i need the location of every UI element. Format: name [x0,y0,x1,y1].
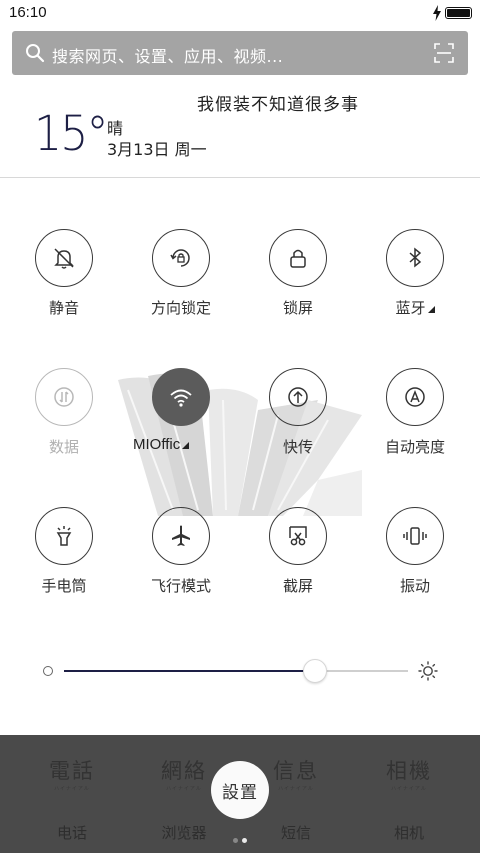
brightness-fill [64,670,316,672]
toggle-flashlight[interactable]: 手电筒 [14,507,114,617]
airplane-icon [172,525,190,546]
toggle-wifi[interactable]: MIOffic [131,368,231,478]
wifi-label: MIOffic [133,436,190,453]
wifi-label-text: MIOffic [133,436,181,453]
toggle-lock-screen[interactable]: 锁屏 [248,229,348,339]
dock-app-phone[interactable]: 電話 ハイナイアル 电话 [22,755,122,845]
motto-text: 我假装不知道很多事 [197,95,359,115]
flashlight-button[interactable] [35,507,93,565]
brightness-slider[interactable] [64,659,408,683]
brightness-thumb[interactable] [303,659,328,683]
lock-icon [290,249,306,268]
weather-date: 3月13日 周一 [107,140,207,159]
rotation-lock-icon [170,249,190,267]
dock-label-browser: 浏览器 [161,824,207,842]
page-indicator [233,828,251,847]
charging-icon [433,5,441,21]
search-input[interactable]: 搜索网页、设置、应用、视频... [52,43,283,67]
quick-transfer-button[interactable] [269,368,327,426]
sun-icon [418,661,438,681]
toggle-quick-transfer[interactable]: 快传 [248,368,348,478]
page-dot [233,838,238,843]
toggle-screenshot[interactable]: 截屏 [248,507,348,617]
phone-icon: 電話 [49,759,95,783]
data-button[interactable] [35,368,93,426]
settings-button[interactable]: 設置 [211,761,269,819]
auto-brightness-label: 自动亮度 [384,438,445,456]
vibrate-label: 振动 [399,577,430,595]
toggle-rotation-lock[interactable]: 方向锁定 [131,229,231,339]
toggle-vibrate[interactable]: 振动 [365,507,465,617]
search-bar[interactable]: 搜索网页、设置、应用、视频... [12,31,468,75]
toggle-data[interactable]: 数据 [14,368,114,478]
screenshot-label: 截屏 [282,577,313,595]
bluetooth-icon [409,247,422,268]
temperature: 15° [34,106,109,162]
dock-label-camera: 相机 [393,824,424,842]
vibrate-icon [403,527,427,545]
weather-card[interactable]: 我假装不知道很多事 15° 晴 3月13日 周一 [0,80,480,178]
auto-brightness-button[interactable] [386,368,444,426]
rotation-lock-label: 方向锁定 [150,299,211,317]
dock-kana: ハイナイアル [391,786,427,792]
dock-kana: ハイナイアル [54,786,90,792]
dock-app-camera[interactable]: 相機 ハイナイアル 相机 [359,755,459,845]
lock-screen-button[interactable] [269,229,327,287]
toggle-auto-brightness[interactable]: 自动亮度 [365,368,465,478]
expand-triangle-icon [427,306,435,313]
toggle-mute[interactable]: 静音 [14,229,114,339]
toggle-airplane[interactable]: 飞行模式 [131,507,231,617]
airplane-button[interactable] [152,507,210,565]
rotation-lock-button[interactable] [152,229,210,287]
bluetooth-button[interactable] [386,229,444,287]
search-icon [26,44,45,63]
toggle-bluetooth[interactable]: 蓝牙 [365,229,465,339]
status-bar: 16:10 [0,0,480,26]
vibrate-button[interactable] [386,507,444,565]
screenshot-button[interactable] [269,507,327,565]
flashlight-icon [56,526,72,546]
wifi-button[interactable] [152,368,210,426]
flashlight-label: 手电筒 [41,577,87,595]
quick-transfer-label: 快传 [282,438,313,456]
dock-label-phone: 电话 [56,824,87,842]
battery-icon [445,7,472,19]
camera-icon: 相機 [386,759,432,783]
expand-triangle-icon [182,442,190,449]
scissors-icon [289,526,307,546]
auto-brightness-icon [405,387,425,407]
mute-label: 静音 [48,299,79,317]
page-dot-active [242,838,247,843]
status-time: 16:10 [9,4,47,21]
bluetooth-label-text: 蓝牙 [395,299,426,317]
data-transfer-icon [54,387,74,407]
brightness-low-icon [43,666,53,676]
bell-off-icon [54,248,74,269]
upload-icon [288,387,308,407]
dock-label-messages: 短信 [280,824,311,842]
scan-icon[interactable] [434,43,454,63]
data-label: 数据 [48,438,79,456]
airplane-label: 飞行模式 [150,577,211,595]
wifi-icon [170,389,192,407]
bluetooth-label: 蓝牙 [365,297,465,318]
mute-button[interactable] [35,229,93,287]
lock-screen-label: 锁屏 [282,299,313,317]
